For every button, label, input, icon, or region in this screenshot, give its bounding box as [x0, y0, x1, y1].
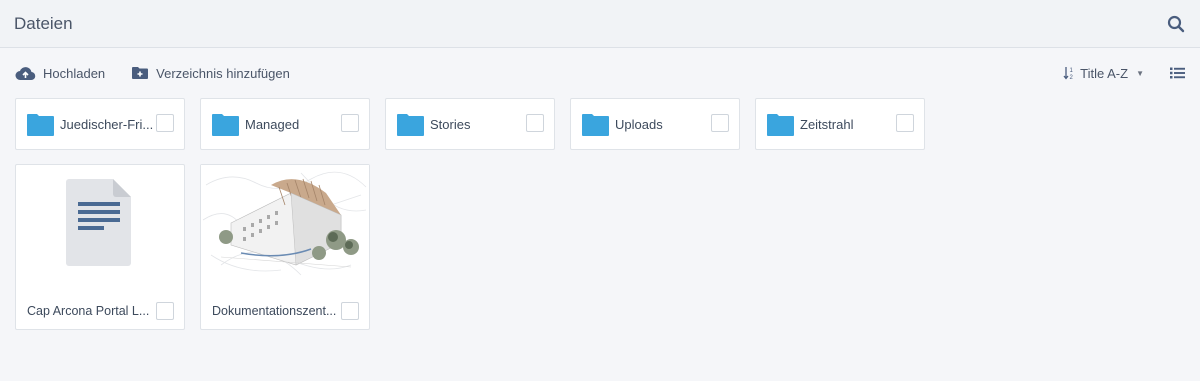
chevron-down-icon: ▼ — [1136, 68, 1144, 78]
building-image — [201, 165, 369, 283]
file-item[interactable]: Cap Arcona Portal L... — [15, 164, 185, 330]
file-thumbnail — [16, 165, 184, 283]
select-checkbox[interactable] — [341, 114, 359, 132]
folder-name: Uploads — [615, 116, 663, 132]
select-checkbox[interactable] — [526, 114, 544, 132]
select-checkbox[interactable] — [711, 114, 729, 132]
folder-icon — [767, 113, 794, 136]
file-name: Cap Arcona Portal L... — [27, 304, 150, 318]
folder-item[interactable]: Uploads — [570, 98, 740, 150]
folder-item[interactable]: Juedischer-Fri... — [15, 98, 185, 150]
upload-button[interactable]: Hochladen — [15, 66, 105, 81]
select-checkbox[interactable] — [341, 302, 359, 320]
folder-name: Zeitstrahl — [800, 116, 854, 132]
add-directory-label: Verzeichnis hinzufügen — [156, 65, 290, 81]
list-view-icon[interactable] — [1170, 67, 1185, 79]
select-checkbox[interactable] — [156, 114, 174, 132]
sort-alpha-icon: 12 — [1063, 67, 1074, 80]
folder-name: Managed — [245, 116, 300, 132]
folder-name: Stories — [430, 116, 471, 132]
folder-icon — [582, 113, 609, 136]
sort-dropdown[interactable]: 12 Title A-Z ▼ — [1063, 66, 1144, 81]
folder-icon — [27, 113, 54, 136]
folder-item[interactable]: Zeitstrahl — [755, 98, 925, 150]
cloud-upload-icon — [15, 66, 36, 80]
folder-name: Juedischer-Fri... — [60, 116, 154, 132]
file-item[interactable]: Dokumentationszent... — [200, 164, 370, 330]
header-bar: Dateien — [0, 0, 1200, 48]
folder-grid: Juedischer-Fri... Managed Stories Upload… — [15, 98, 940, 150]
select-checkbox[interactable] — [156, 302, 174, 320]
upload-label: Hochladen — [43, 65, 106, 81]
folder-plus-icon — [132, 67, 149, 79]
search-icon[interactable] — [1166, 14, 1186, 34]
sort-label: Title A-Z — [1080, 65, 1129, 81]
file-thumbnail — [201, 165, 369, 283]
select-checkbox[interactable] — [896, 114, 914, 132]
add-directory-button[interactable]: Verzeichnis hinzufügen — [131, 66, 290, 81]
file-name: Dokumentationszent... — [212, 304, 337, 318]
svg-text:2: 2 — [1070, 75, 1074, 80]
folder-item[interactable]: Stories — [385, 98, 555, 150]
toolbar: Hochladen Verzeichnis hinzufügen 12 Titl… — [0, 48, 1200, 98]
folder-icon — [397, 113, 424, 136]
folder-item[interactable]: Managed — [200, 98, 370, 150]
svg-text:1: 1 — [1070, 68, 1074, 74]
folder-icon — [212, 113, 239, 136]
page-title: Dateien — [14, 13, 73, 33]
file-grid: Cap Arcona Portal L... Dokumentationszen… — [15, 164, 385, 330]
document-icon — [66, 179, 131, 266]
